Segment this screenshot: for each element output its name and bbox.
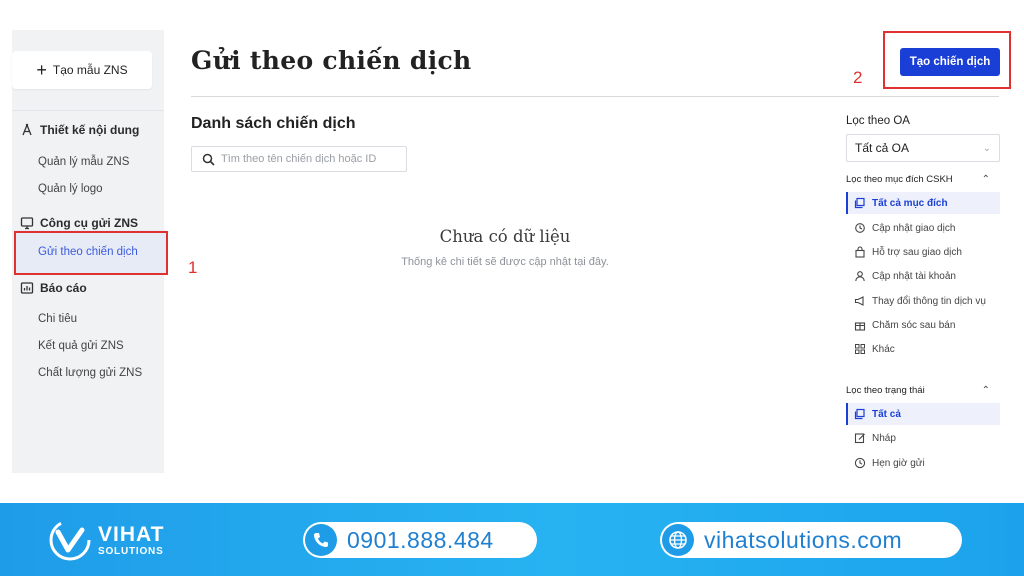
edit-icon (854, 432, 866, 444)
brand-subtitle: SOLUTIONS (98, 545, 164, 557)
search-icon (202, 153, 215, 166)
empty-state-subtitle: Thống kê chi tiết sẽ được cập nhật tại đ… (401, 256, 609, 268)
purpose-item-other[interactable]: Khác (846, 338, 1000, 360)
phone-number: 0901.888.484 (347, 526, 494, 553)
user-icon (854, 270, 866, 282)
screen: + Tạo mẫu ZNS Thiết kế nội dung Quản lý … (0, 0, 1024, 576)
gift-icon (854, 319, 866, 331)
clock-icon (854, 457, 866, 469)
sidebar-section-label: Báo cáo (40, 281, 87, 295)
sidebar-section-send-tools[interactable]: Công cụ gửi ZNS (20, 216, 138, 230)
purpose-item-account-update[interactable]: Cập nhật tài khoản (846, 265, 1000, 287)
purpose-item-transaction-update[interactable]: Cập nhật giao dịch (846, 217, 1000, 239)
create-template-label: Tạo mẫu ZNS (52, 63, 128, 77)
monitor-icon (20, 216, 34, 230)
status-filter-label: Lọc theo trạng thái (846, 385, 925, 396)
sidebar-item-spending[interactable]: Chi tiêu (38, 313, 77, 325)
oa-filter-label: Lọc theo OA (846, 115, 910, 127)
brand-logo: VIHAT SOLUTIONS (48, 518, 164, 562)
purpose-filter-header[interactable]: Lọc theo mục đích CSKH ⌃ (846, 174, 996, 185)
status-item-draft[interactable]: Nháp (846, 427, 1000, 449)
phone-icon (305, 524, 337, 556)
report-chart-icon (20, 281, 34, 295)
purpose-item-service-change[interactable]: Thay đổi thông tin dịch vụ (846, 290, 1000, 312)
create-campaign-button[interactable]: Tạo chiến dịch (900, 48, 1000, 76)
chevron-up-icon: ⌃ (981, 385, 990, 396)
purpose-item-all[interactable]: Tất cả mục đích (846, 192, 1000, 214)
design-compass-icon (20, 123, 34, 137)
status-filter-header[interactable]: Lọc theo trạng thái ⌃ (846, 385, 996, 396)
status-item-scheduled[interactable]: Hẹn giờ gửi (846, 452, 1000, 474)
status-item-all[interactable]: Tất cả (846, 403, 1000, 425)
campaign-list-title: Danh sách chiến dịch (191, 115, 356, 132)
search-input[interactable]: Tìm theo tên chiến dịch hoặc ID (191, 146, 407, 172)
globe-icon (662, 524, 694, 556)
vihat-logo-mark (49, 519, 91, 561)
bag-icon (854, 246, 866, 258)
empty-state-title: Chưa có dữ liệu (439, 227, 571, 246)
oa-filter-select[interactable]: Tất cả OA ⌄ (846, 134, 1000, 162)
page-title: Gửi theo chiến dịch (191, 46, 472, 75)
website-url: vihatsolutions.com (704, 526, 903, 553)
title-divider (191, 96, 999, 97)
grid-icon (854, 343, 866, 355)
brand-name: VIHAT (98, 522, 165, 546)
phone-pill[interactable]: 0901.888.484 (303, 522, 537, 558)
refresh-icon (854, 222, 866, 234)
plus-icon: + (36, 60, 47, 80)
sidebar-section-label: Thiết kế nội dung (40, 123, 140, 137)
chevron-down-icon: ⌄ (982, 142, 991, 154)
sidebar-item-template-manage[interactable]: Quản lý mẫu ZNS (38, 156, 129, 168)
annotation-box-1 (14, 231, 168, 275)
sidebar-item-logo-manage[interactable]: Quản lý logo (38, 183, 103, 195)
annotation-number-2: 2 (853, 68, 863, 87)
sidebar-section-label: Công cụ gửi ZNS (40, 216, 139, 230)
annotation-number-1: 1 (188, 258, 198, 277)
copy-icon (854, 197, 866, 209)
sidebar-item-send-results[interactable]: Kết quả gửi ZNS (38, 340, 124, 352)
megaphone-icon (854, 295, 866, 307)
sidebar-section-design[interactable]: Thiết kế nội dung (20, 123, 139, 137)
purpose-item-after-sale-care[interactable]: Chăm sóc sau bán (846, 314, 1000, 336)
sidebar-section-reports[interactable]: Báo cáo (20, 281, 87, 295)
brand-text: VIHAT SOLUTIONS (98, 522, 165, 557)
purpose-filter-label: Lọc theo mục đích CSKH (846, 174, 953, 185)
purpose-item-post-transaction[interactable]: Hỗ trợ sau giao dịch (846, 241, 1000, 263)
oa-filter-value: Tất cả OA (855, 141, 910, 155)
footer-banner: VIHAT SOLUTIONS 0901.888.484 vihatsoluti… (0, 503, 1024, 576)
search-placeholder: Tìm theo tên chiến dịch hoặc ID (221, 153, 377, 165)
sidebar-item-send-quality[interactable]: Chất lượng gửi ZNS (38, 367, 142, 379)
chevron-up-icon: ⌃ (981, 174, 990, 185)
create-template-button[interactable]: + Tạo mẫu ZNS (12, 51, 152, 89)
copy-icon (854, 408, 866, 420)
website-pill[interactable]: vihatsolutions.com (660, 522, 962, 558)
sidebar-divider (12, 110, 164, 111)
